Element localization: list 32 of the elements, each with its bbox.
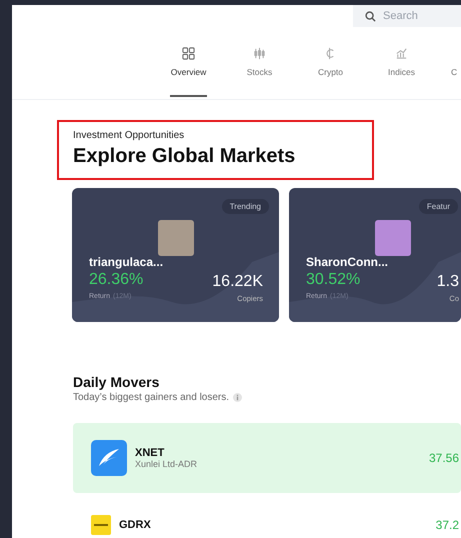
price-change: 37.56 — [428, 451, 459, 465]
section-eyebrow: Investment Opportunities — [73, 130, 186, 141]
mover-row[interactable]: XNET Xunlei Ltd-ADR 37.56 — [73, 423, 461, 493]
section-title: Daily Movers — [73, 374, 160, 390]
company-name: Xunlei Ltd-ADR — [135, 459, 198, 469]
return-value: 26.36% — [89, 271, 144, 289]
badge: Trending — [222, 199, 269, 214]
return-value: 30.52% — [306, 271, 360, 289]
tab[interactable]: Crypto — [295, 47, 366, 99]
trader-name: triangulaca... — [89, 255, 164, 269]
price-change: 37.2 — [436, 518, 459, 532]
tab[interactable]: Overview — [153, 47, 224, 99]
photo-placeholder — [158, 220, 194, 256]
chart-icon — [395, 47, 408, 60]
copiers-value: 16.22K — [212, 273, 263, 291]
grid-icon — [182, 47, 195, 60]
candlestick-icon — [253, 47, 266, 60]
photo-placeholder — [375, 220, 411, 256]
copiers-value: 1.3 — [436, 273, 459, 291]
page-heading: Explore Global Markets — [73, 145, 296, 168]
section-subtitle: Today’s biggest gainers and losers. — [73, 392, 230, 403]
bird-logo-icon — [91, 440, 127, 476]
badge: Featur — [418, 199, 458, 214]
tab[interactable]: Stocks — [224, 47, 295, 99]
tab[interactable]: Indices — [366, 47, 437, 99]
mover-row[interactable]: GDRX 37.2 — [73, 499, 461, 538]
logo-icon — [91, 515, 111, 535]
trader-name: SharonConn... — [306, 255, 388, 269]
ticker-symbol: XNET — [135, 447, 166, 459]
search-icon — [365, 10, 376, 22]
ticker-symbol: GDRX — [119, 519, 151, 531]
info-icon[interactable] — [233, 393, 242, 402]
